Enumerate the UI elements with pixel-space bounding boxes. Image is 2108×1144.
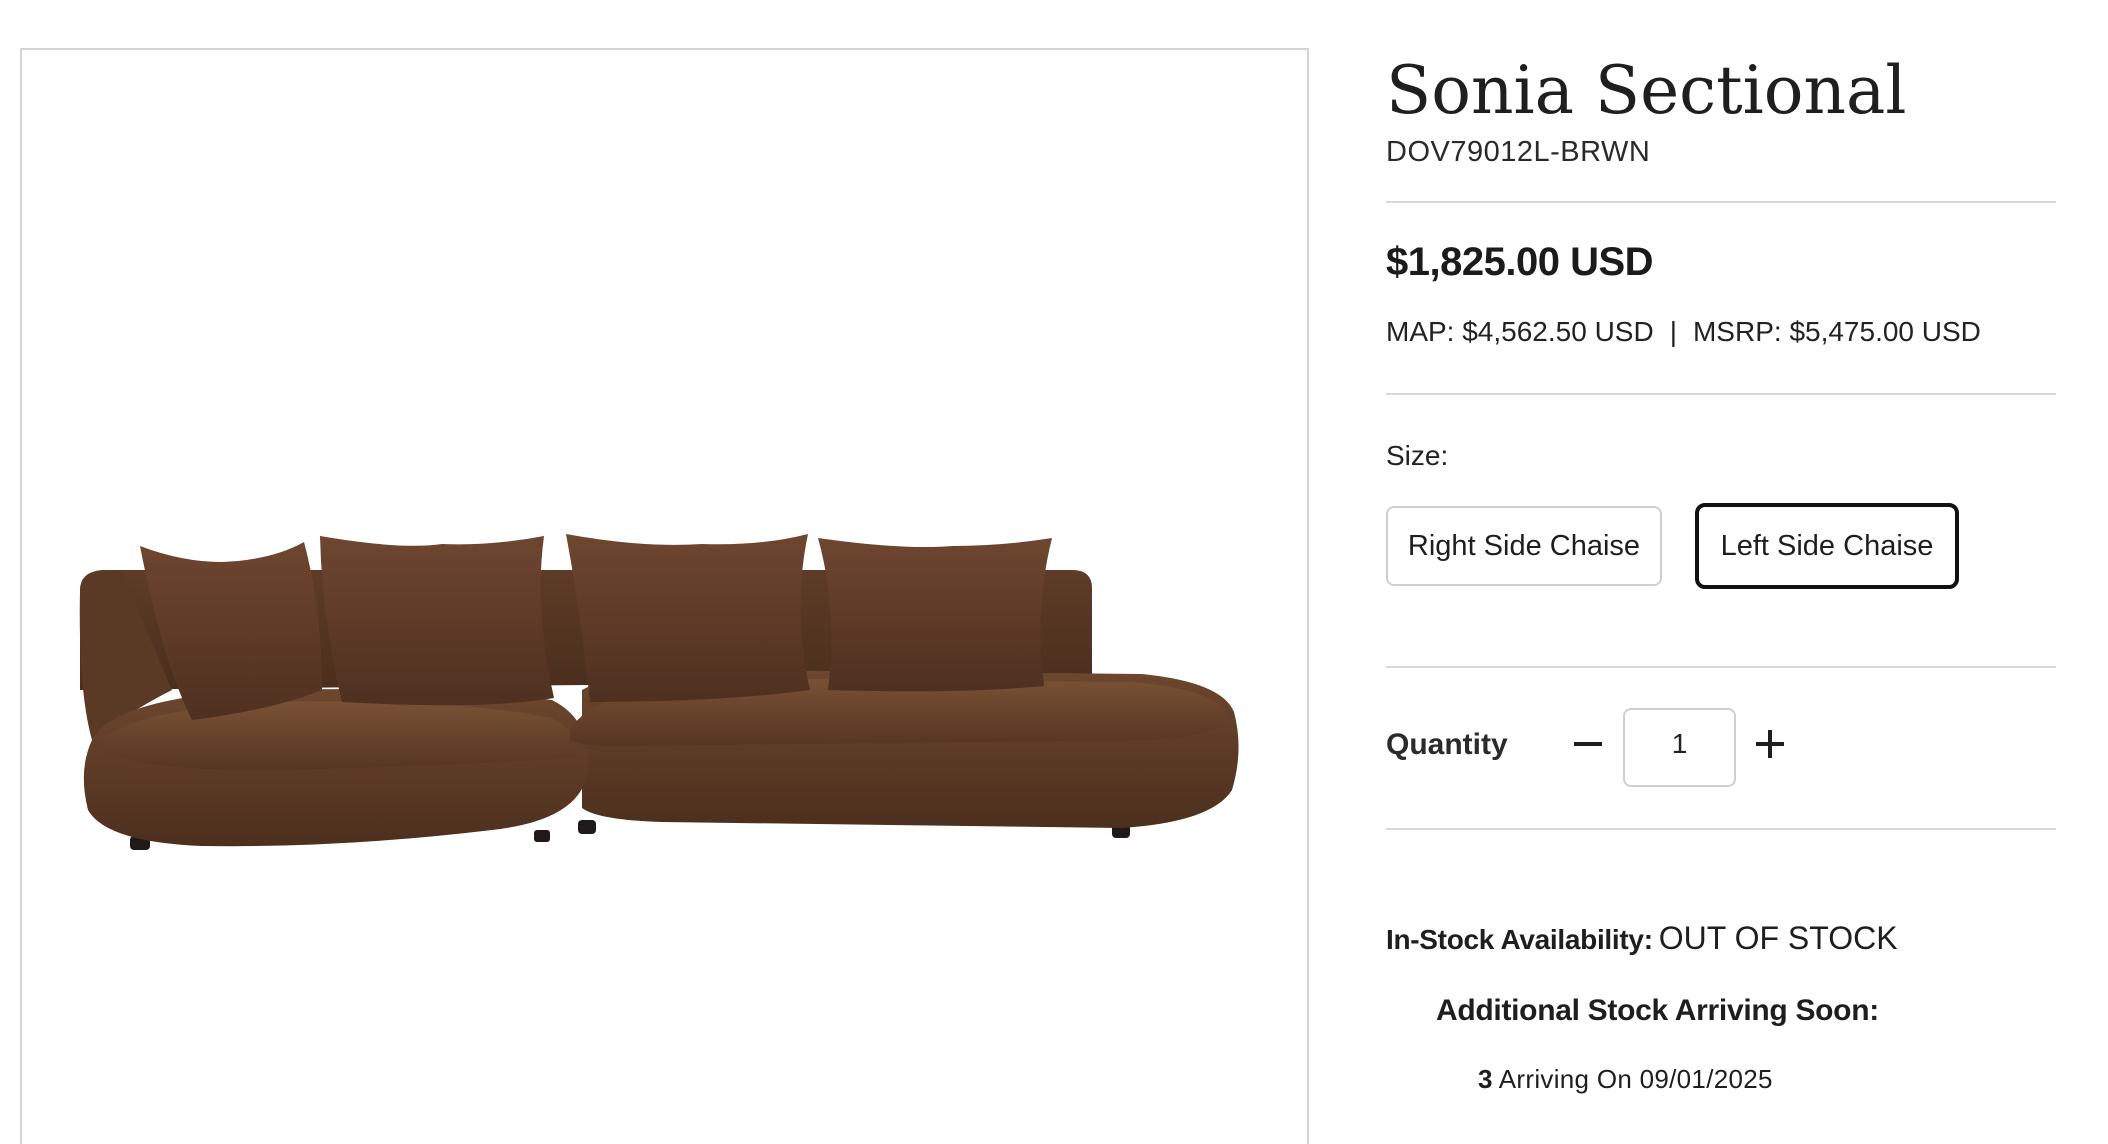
divider [1386,666,2056,668]
stock-availability: In-Stock Availability: OUT OF STOCK [1386,920,1898,957]
divider [1386,828,2056,830]
price-details: MAP: $4,562.50 USD | MSRP: $5,475.00 USD [1386,316,1981,348]
availability-label: In-Stock Availability: [1386,924,1653,955]
availability-status: OUT OF STOCK [1658,920,1898,956]
divider [1386,201,2056,203]
arriving-date: Arriving On 09/01/2025 [1498,1064,1773,1094]
plus-icon [1756,730,1784,758]
arriving-detail: 3 Arriving On 09/01/2025 [1478,1064,1773,1095]
map-price: MAP: $4,562.50 USD [1386,316,1654,347]
msrp-price: MSRP: $5,475.00 USD [1692,316,1981,347]
arriving-count: 3 [1478,1064,1493,1094]
quantity-input[interactable] [1623,708,1736,787]
divider [1386,393,2056,395]
product-sku: DOV79012L-BRWN [1386,136,1651,168]
product-title: Sonia Sectional [1386,52,1907,129]
quantity-increment-button[interactable] [1748,722,1792,766]
quantity-decrement-button[interactable] [1566,722,1610,766]
price-separator: | [1669,316,1677,347]
arriving-heading: Additional Stock Arriving Soon: [1436,994,1879,1027]
size-option-right-side-chaise[interactable]: Right Side Chaise [1386,506,1662,586]
quantity-label: Quantity [1386,728,1508,761]
product-price: $1,825.00 USD [1386,240,1654,284]
product-info-panel: Sonia Sectional DOV79012L-BRWN $1,825.00… [1386,0,2056,1144]
size-option-left-side-chaise[interactable]: Left Side Chaise [1695,503,1959,589]
minus-icon [1574,742,1602,746]
product-image [79,534,1239,850]
product-page: Sonia Sectional DOV79012L-BRWN $1,825.00… [0,0,2108,1144]
size-label: Size: [1386,440,1449,471]
product-image-frame[interactable] [20,48,1309,1144]
